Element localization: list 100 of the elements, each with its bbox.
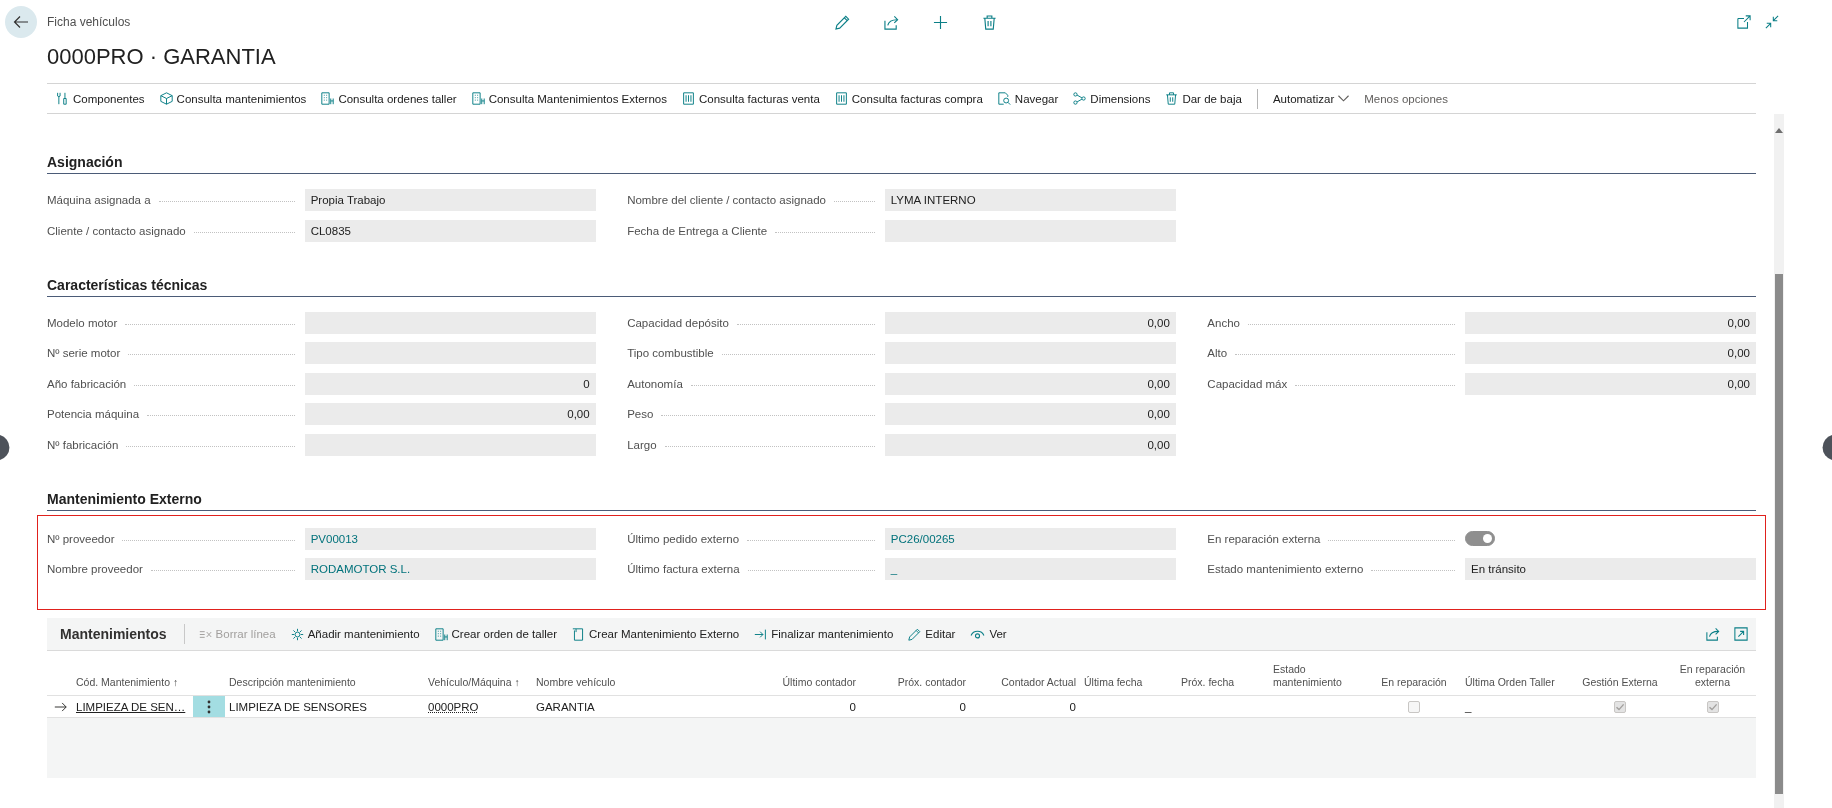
- section-title[interactable]: Características técnicas: [47, 276, 208, 293]
- input-field[interactable]: 0,00: [884, 372, 1176, 395]
- table-cell: GARANTIA: [536, 700, 595, 713]
- link[interactable]: LIMPIEZA DE SEN…: [76, 700, 186, 713]
- collapse-arrows-icon[interactable]: [1765, 15, 1779, 29]
- column-header[interactable]: En reparación: [1367, 676, 1461, 695]
- field-label: Peso: [627, 408, 654, 420]
- input-field[interactable]: En tránsito: [1465, 558, 1756, 580]
- input-field[interactable]: _: [884, 558, 1176, 580]
- toolbar-button[interactable]: Ver: [970, 628, 1007, 640]
- document-icon: [682, 92, 695, 105]
- input-field[interactable]: PV00013: [304, 527, 596, 550]
- toolbar-button[interactable]: Consulta Mantenimientos Externos: [471, 92, 667, 105]
- column-header[interactable]: Vehículo/Máquina ↑: [424, 676, 532, 695]
- input-field[interactable]: Propia Trabajo: [304, 189, 596, 211]
- input-field[interactable]: RODAMOTOR S.L.: [304, 558, 596, 580]
- column-header[interactable]: Descripción mantenimiento: [225, 676, 424, 695]
- column-header[interactable]: Estado mantenimiento: [1269, 663, 1367, 695]
- field-label: Nombre proveedor: [47, 563, 143, 575]
- trash-icon[interactable]: [982, 14, 997, 30]
- field-label: Último factura externa: [627, 563, 740, 575]
- back-button[interactable]: [5, 6, 37, 38]
- scroll-up-icon[interactable]: [1775, 128, 1783, 133]
- toolbar-button[interactable]: Finalizar mantenimiento: [754, 627, 894, 641]
- section-title[interactable]: Mantenimiento Externo: [47, 490, 202, 507]
- arrow-left-icon: [13, 14, 29, 30]
- share-icon[interactable]: [884, 14, 899, 30]
- column-header[interactable]: Contador Actual: [970, 676, 1080, 695]
- column-header[interactable]: En reparación externa: [1669, 663, 1756, 695]
- column-header[interactable]: Última Orden Taller: [1461, 676, 1571, 695]
- record-title: 0000PRO · GARANTIA: [47, 44, 277, 71]
- column-header[interactable]: Nombre vehículo: [532, 676, 762, 695]
- input-field[interactable]: 0,00: [884, 311, 1176, 334]
- document-icon: [834, 92, 848, 105]
- field-label: Nº proveedor: [47, 532, 115, 545]
- input-field[interactable]: 0,00: [1465, 372, 1756, 395]
- pencil-icon: [908, 627, 922, 641]
- cube-icon: [159, 92, 173, 105]
- input-field[interactable]: 0,00: [884, 403, 1176, 425]
- toolbar-button[interactable]: Añadir mantenimiento: [290, 627, 420, 641]
- field-label: Año fabricación: [47, 377, 127, 390]
- field-label: Tipo combustible: [627, 347, 714, 359]
- box-arrow-icon[interactable]: [1737, 15, 1751, 29]
- pencil-icon[interactable]: [835, 14, 850, 30]
- field-label: Alto: [1207, 347, 1228, 359]
- link[interactable]: 0000PRO: [428, 700, 479, 713]
- toolbar-button[interactable]: Consulta ordenes taller: [321, 92, 457, 105]
- column-header[interactable]: Cód. Mantenimiento ↑: [73, 676, 193, 695]
- tools-icon: [56, 92, 69, 105]
- toolbar-button[interactable]: Crear orden de taller: [434, 627, 558, 641]
- expand-icon[interactable]: [1734, 627, 1748, 641]
- input-field[interactable]: 0,00: [884, 433, 1176, 456]
- input-field[interactable]: CL0835: [304, 219, 596, 242]
- plus-icon[interactable]: [933, 14, 948, 30]
- toolbar-button[interactable]: Componentes: [56, 92, 145, 105]
- field-label: Capacidad máx: [1207, 377, 1288, 390]
- toolbar-button[interactable]: Dar de baja: [1165, 92, 1242, 105]
- column-header[interactable]: Último contador: [762, 676, 860, 695]
- input-field[interactable]: 0,00: [304, 403, 596, 425]
- document-icon: [572, 627, 586, 641]
- scrollbar-thumb[interactable]: [1775, 274, 1783, 794]
- page-caption: Ficha vehículos: [47, 15, 131, 29]
- table-cell: LIMPIEZA DE SENSORES: [229, 700, 368, 713]
- arrow-to-line-icon: [754, 627, 768, 641]
- building-icon: [321, 92, 335, 105]
- field-label: Máquina asignada a: [47, 194, 151, 206]
- less-options-button[interactable]: Menos opciones: [1364, 92, 1448, 105]
- field-label: Cliente / contacto asignado: [47, 224, 186, 237]
- panel-title: Mantenimientos: [60, 626, 167, 642]
- toolbar-button[interactable]: Crear Mantenimiento Externo: [572, 627, 740, 641]
- share-icon[interactable]: [1706, 627, 1720, 641]
- field-label: En reparación externa: [1207, 532, 1321, 545]
- field-label: Largo: [627, 438, 657, 451]
- column-header[interactable]: Gestión Externa: [1571, 676, 1669, 695]
- sun-icon: [290, 627, 304, 641]
- toolbar-button[interactable]: Consulta mantenimientos: [159, 92, 307, 105]
- input-field[interactable]: 0,00: [1465, 342, 1756, 364]
- input-field[interactable]: 0: [304, 372, 596, 395]
- column-header[interactable]: Próx. contador: [860, 676, 970, 695]
- right-edge-tab-icon[interactable]: [1822, 434, 1832, 461]
- field-label: Ancho: [1207, 316, 1240, 329]
- input-field[interactable]: 0,00: [1465, 311, 1756, 334]
- section-title[interactable]: Asignación: [47, 154, 123, 170]
- field-label: Nº fabricación: [47, 438, 119, 451]
- column-header[interactable]: Próx. fecha: [1177, 676, 1269, 695]
- toolbar-button[interactable]: Editar: [908, 627, 956, 641]
- toolbar-button[interactable]: Navegar: [997, 92, 1059, 105]
- nodes-icon: [1073, 92, 1087, 105]
- field-label: Nº serie motor: [47, 347, 121, 359]
- input-field[interactable]: PC26/00265: [884, 527, 1176, 550]
- menu-button[interactable]: Automatizar: [1272, 92, 1350, 105]
- left-edge-tab-icon[interactable]: [0, 434, 10, 461]
- field-label: Capacidad depósito: [627, 316, 729, 329]
- input-field[interactable]: LYMA INTERNO: [884, 189, 1176, 211]
- toolbar-button[interactable]: Dimensions: [1073, 92, 1151, 105]
- toolbar-button[interactable]: Consulta facturas venta: [682, 92, 820, 105]
- building-icon: [471, 92, 485, 105]
- document-search-icon: [997, 92, 1011, 105]
- column-header[interactable]: Última fecha: [1080, 676, 1177, 695]
- toolbar-button[interactable]: Consulta facturas compra: [834, 92, 983, 105]
